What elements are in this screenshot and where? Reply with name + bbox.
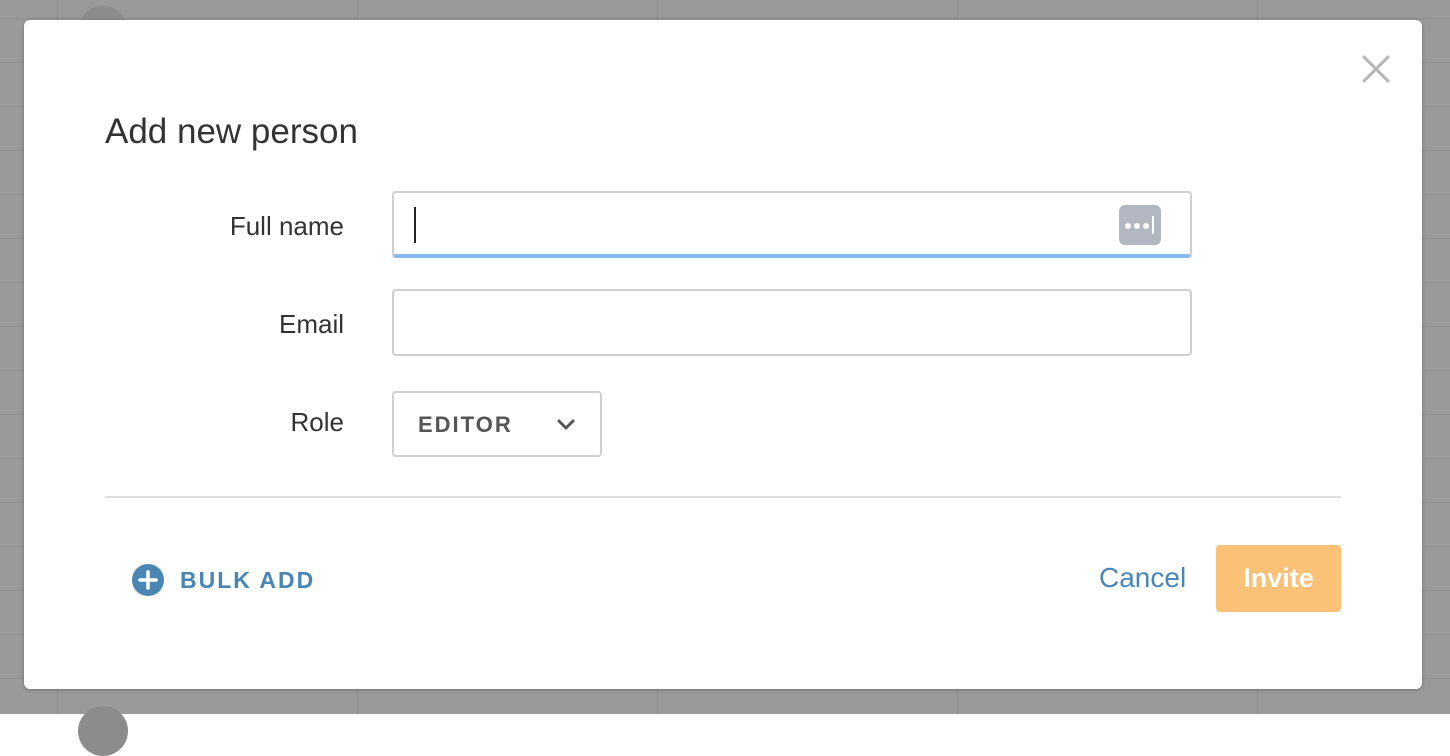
add-person-dialog: Add new person Full name Email Role EDIT… [24, 20, 1422, 689]
full-name-field[interactable] [392, 191, 1192, 258]
text-caret [414, 207, 416, 243]
full-name-input[interactable] [394, 193, 1094, 254]
autofill-dot [1125, 223, 1131, 229]
role-label: Role [290, 407, 344, 437]
autofill-dot [1143, 223, 1149, 229]
autofill-dot [1134, 223, 1140, 229]
dialog-title: Add new person [105, 112, 358, 151]
footer-divider [105, 496, 1341, 498]
role-dropdown[interactable]: EDITOR [392, 391, 602, 457]
password-autofill-icon[interactable] [1119, 205, 1161, 245]
bulk-add-button[interactable]: BULK ADD [132, 564, 315, 596]
bulk-add-label: BULK ADD [180, 566, 316, 593]
invite-button[interactable]: Invite [1216, 545, 1341, 612]
chevron-down-icon [557, 419, 575, 430]
cancel-button[interactable]: Cancel [1099, 560, 1186, 596]
email-input[interactable] [394, 291, 1094, 354]
close-icon [1362, 55, 1390, 83]
autofill-bar [1152, 216, 1154, 234]
close-button[interactable] [1360, 53, 1392, 85]
role-selected-value: EDITOR [418, 412, 513, 437]
full-name-label: Full name [229, 211, 344, 241]
plus-circle-icon [132, 564, 164, 596]
email-label: Email [278, 309, 344, 339]
email-field[interactable] [392, 289, 1192, 356]
